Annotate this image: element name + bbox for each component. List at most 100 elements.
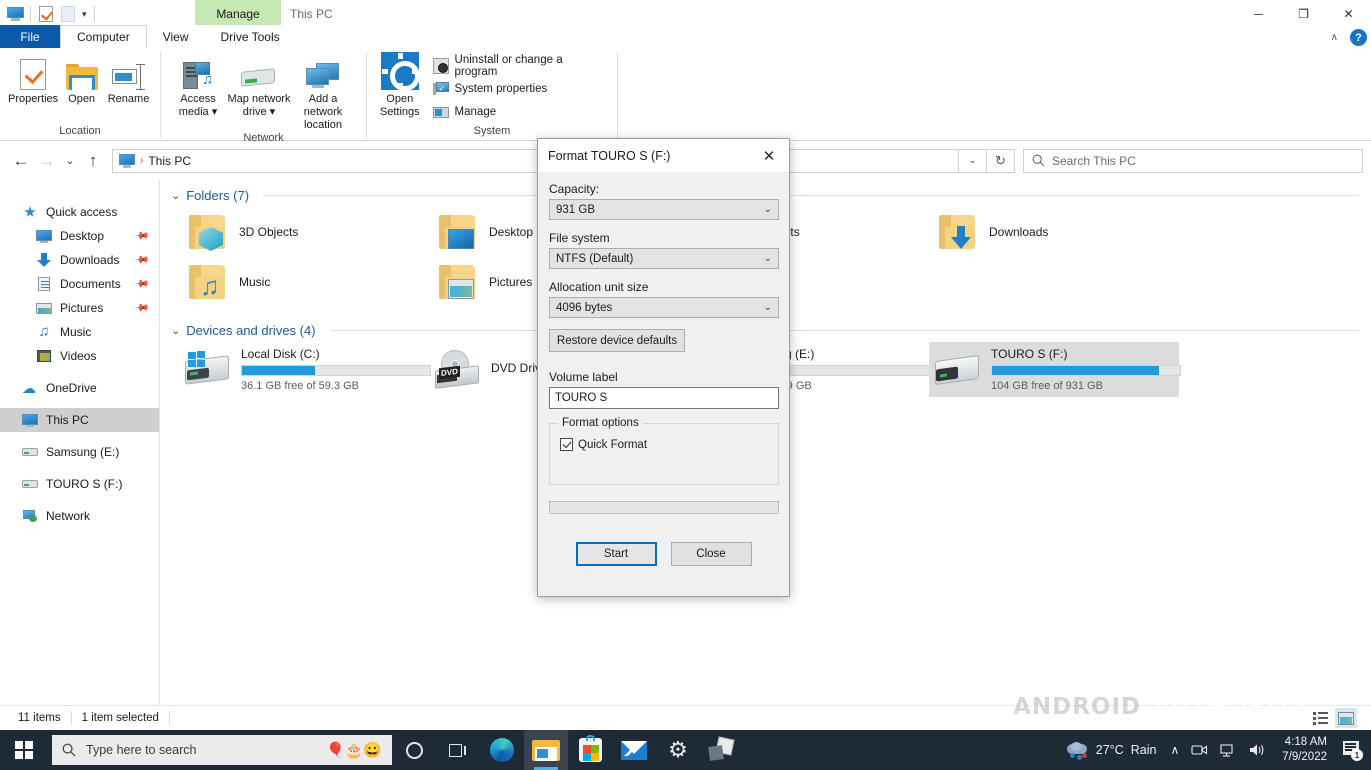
address-input[interactable]: › This PC [112,149,959,173]
maximize-button[interactable]: ❐ [1281,0,1326,28]
microsoft-store-taskbar-button[interactable] [568,730,612,770]
file-explorer-taskbar-button[interactable] [524,730,568,770]
sidebar-item-documents[interactable]: Documents 📌 [0,272,159,296]
checkbox-icon[interactable] [560,438,573,451]
chevron-down-icon: ⌄ [764,204,772,215]
capacity-select[interactable]: 931 GB ⌄ [549,199,779,220]
sidebar-item-videos[interactable]: Videos [0,344,159,368]
volume-icon[interactable] [1243,730,1272,770]
sidebar-item-samsung-e[interactable]: Samsung (E:) [0,440,159,464]
allocation-unit-value: 4096 bytes [556,302,764,314]
sidebar-item-quick-access[interactable]: Quick access [0,200,159,224]
paint-3d-taskbar-button[interactable] [700,730,744,770]
map-network-drive-button[interactable]: Map networkdrive ▾ [227,54,291,119]
access-media-button[interactable]: ♫ Accessmedia ▾ [169,54,227,119]
open-button[interactable]: Open [58,54,105,106]
sidebar-item-network[interactable]: Network [0,504,159,528]
sidebar-item-this-pc[interactable]: This PC [0,408,159,432]
settings-taskbar-button[interactable]: ⚙ [656,730,700,770]
cortana-icon [406,742,423,759]
pin-icon[interactable]: 📌 [132,252,149,269]
sidebar-item-pictures[interactable]: Pictures 📌 [0,296,159,320]
rename-label: Rename [108,93,150,106]
camera-icon[interactable] [1185,730,1214,770]
network-tray-icon[interactable] [1214,730,1243,770]
recent-locations-button[interactable]: ⌄ [60,148,80,174]
address-dropdown-button[interactable]: ⌄ [959,149,987,173]
this-pc-icon[interactable] [4,3,26,25]
start-button[interactable]: Start [576,542,657,566]
close-button[interactable]: ✕ [1326,0,1371,28]
large-icons-view-button[interactable] [1335,708,1357,728]
edge-taskbar-button[interactable] [480,730,524,770]
tab-drive-tools[interactable]: Drive Tools [204,25,295,48]
add-network-location-button[interactable]: Add a networklocation [291,54,355,132]
properties-button[interactable]: Properties [8,54,58,106]
open-settings-button[interactable]: OpenSettings [375,54,425,119]
manage-button[interactable]: Manage [431,101,609,122]
uninstall-program-button[interactable]: Uninstall or change a program [431,55,609,76]
refresh-button[interactable]: ↻ [987,149,1015,173]
drive-item-local-disk-c[interactable]: Local Disk (C:) 36.1 GB free of 59.3 GB [179,342,429,397]
collapse-ribbon-icon[interactable]: ∧ [1327,32,1342,43]
file-system-value: NTFS (Default) [556,253,764,265]
breadcrumb[interactable]: This PC [148,154,191,168]
chevron-down-icon[interactable]: ⌄ [171,189,180,202]
edge-icon [490,738,514,762]
up-button[interactable]: ↑ [80,148,106,174]
allocation-unit-select[interactable]: 4096 bytes ⌄ [549,297,779,318]
tab-file[interactable]: File [0,25,60,48]
chevron-down-icon[interactable]: ⌄ [171,324,180,337]
show-hidden-icons-button[interactable]: ∧ [1164,730,1185,770]
file-system-select[interactable]: NTFS (Default) ⌄ [549,248,779,269]
restore-device-defaults-button[interactable]: Restore device defaults [549,329,685,352]
folder-item-downloads[interactable]: Downloads [929,207,1179,257]
volume-label-input[interactable]: TOURO S [549,387,779,409]
sidebar-item-onedrive[interactable]: ☁ OneDrive [0,376,159,400]
close-dialog-button[interactable]: Close [671,542,752,566]
action-center-button[interactable]: 1 [1337,730,1367,770]
pin-icon[interactable]: 📌 [132,300,149,317]
sidebar-item-desktop[interactable]: Desktop 📌 [0,224,159,248]
quick-access-dropdown-icon[interactable]: ▾ [79,9,90,20]
mail-taskbar-button[interactable] [612,730,656,770]
uninstall-program-icon [433,58,449,74]
search-icon [62,743,76,757]
clock[interactable]: 4:18 AM 7/9/2022 [1272,730,1337,770]
windows-desktop: ▾ Manage This PC ─ ❐ ✕ File Computer Vie… [0,0,1371,770]
drive-free-space: 104 GB free of 931 GB [991,380,1173,392]
cortana-button[interactable] [392,730,436,770]
search-input[interactable]: Search This PC [1023,149,1363,173]
contextual-tab-manage[interactable]: Manage [195,0,281,27]
new-folder-icon[interactable] [57,3,79,25]
system-properties-button[interactable]: ✓ System properties [431,78,609,99]
weather-widget[interactable]: 27°C Rain [1059,742,1165,759]
birthday-emoji-icon[interactable]: 🎈🎂😀 [326,741,382,759]
back-button[interactable]: ← [8,148,34,174]
navigation-pane[interactable]: Quick access Desktop 📌 Downloads 📌 Docum… [0,180,160,705]
help-button[interactable]: ? [1350,29,1367,46]
forward-button[interactable]: → [34,148,60,174]
system-properties-label: System properties [455,83,548,95]
tab-computer[interactable]: Computer [60,25,147,48]
sidebar-item-touro-s-f[interactable]: TOURO S (F:) [0,472,159,496]
dialog-close-button[interactable]: ✕ [749,139,789,172]
rename-button[interactable]: Rename [105,54,152,106]
format-dialog[interactable]: Format TOURO S (F:) ✕ Capacity: 931 GB ⌄… [537,138,790,597]
folder-item-3d-objects[interactable]: 3D Objects [179,207,429,257]
taskbar-search-input[interactable]: Type here to search 🎈🎂😀 [52,735,392,765]
quick-format-checkbox[interactable]: Quick Format [560,438,768,451]
tab-view[interactable]: View [147,25,205,48]
drive-item-touro-s-f[interactable]: TOURO S (F:) 104 GB free of 931 GB [929,342,1179,397]
properties-icon[interactable] [35,3,57,25]
details-view-button[interactable] [1309,708,1331,728]
start-button[interactable] [0,730,48,770]
folder-item-music[interactable]: ♫ Music [179,257,429,307]
add-network-location-icon [306,56,340,90]
pin-icon[interactable]: 📌 [132,276,149,293]
pin-icon[interactable]: 📌 [132,228,149,245]
task-view-button[interactable] [436,730,480,770]
minimize-button[interactable]: ─ [1236,0,1281,28]
sidebar-item-downloads[interactable]: Downloads 📌 [0,248,159,272]
sidebar-item-music[interactable]: ♫ Music [0,320,159,344]
